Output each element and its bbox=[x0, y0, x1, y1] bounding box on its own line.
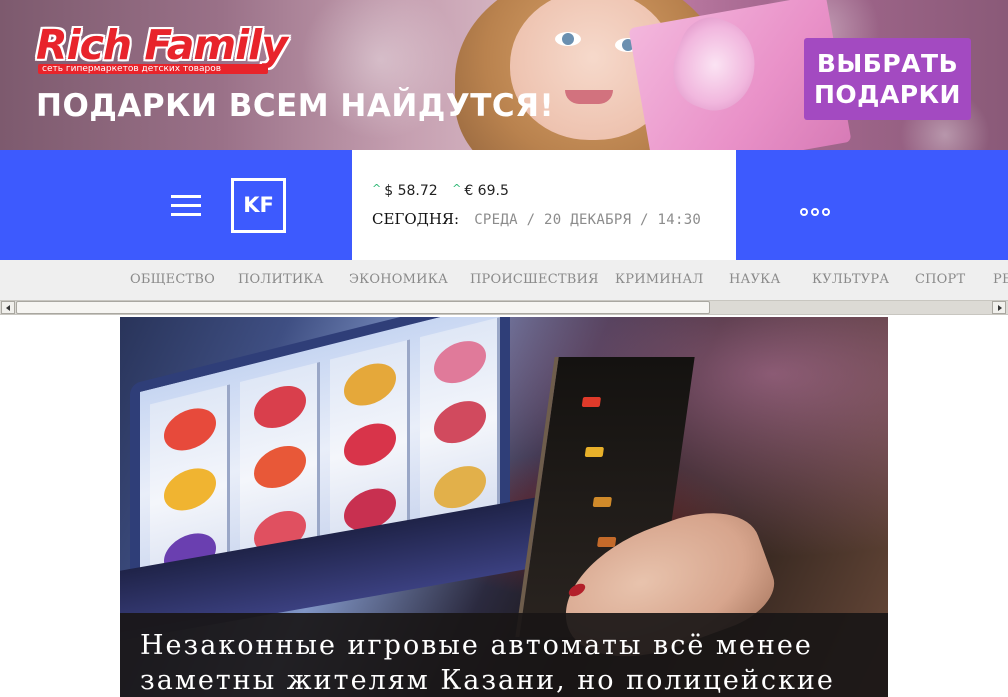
banner-girl-smile bbox=[565, 90, 613, 104]
trend-up-icon: ^ bbox=[452, 182, 462, 195]
banner-girl-eye bbox=[555, 32, 581, 46]
nav-item-truncated[interactable]: РЕ bbox=[993, 272, 1008, 287]
cta-line-1: ВЫБРАТЬ bbox=[816, 49, 959, 78]
slot-symbol bbox=[434, 460, 486, 514]
nav-item-society[interactable]: ОБЩЕСТВО bbox=[130, 272, 215, 287]
ad-banner[interactable]: Rich Family сеть гипермаркетов детских т… bbox=[0, 0, 1008, 150]
slot-light bbox=[584, 447, 605, 457]
slot-symbol bbox=[254, 440, 306, 494]
current-date: СЕГОДНЯ: СРЕДА / 20 ДЕКАБРЯ / 14:30 bbox=[372, 209, 701, 228]
nav-item-crime[interactable]: КРИМИНАЛ bbox=[615, 272, 703, 287]
cta-line-2: ПОДАРКИ bbox=[814, 80, 961, 109]
eur-rate: ^ € 69.5 bbox=[452, 182, 509, 199]
header-left-panel: KF bbox=[0, 150, 352, 260]
trend-up-icon: ^ bbox=[372, 182, 382, 195]
slot-reel bbox=[420, 317, 500, 538]
nav-item-science[interactable]: НАУКА bbox=[729, 272, 780, 287]
header-info-panel: ^ $ 58.72 ^ € 69.5 СЕГОДНЯ: СРЕДА / 20 ДЕК… bbox=[352, 150, 736, 260]
more-dots-icon[interactable] bbox=[800, 201, 833, 216]
slot-light bbox=[592, 497, 612, 507]
banner-headline: ПОДАРКИ ВСЕМ НАЙДУТСЯ! bbox=[36, 88, 555, 124]
scrollbar-thumb[interactable] bbox=[16, 301, 710, 314]
choose-gifts-button[interactable]: ВЫБРАТЬ ПОДАРКИ bbox=[804, 38, 971, 120]
site-header: KF ^ $ 58.72 ^ € 69.5 СЕГОДНЯ: СРЕДА / 20 … bbox=[0, 150, 1008, 260]
horizontal-scrollbar[interactable] bbox=[0, 300, 1008, 315]
site-logo[interactable]: KF bbox=[231, 178, 286, 233]
usd-value: $ 58.72 bbox=[384, 183, 438, 199]
category-nav: ОБЩЕСТВО ПОЛИТИКА ЭКОНОМИКА ПРОИСШЕСТВИЯ… bbox=[0, 260, 1008, 300]
scroll-left-arrow-icon[interactable] bbox=[1, 301, 15, 314]
slot-symbol bbox=[434, 395, 486, 449]
article-title[interactable]: Незаконные игровые автоматы всё менее за… bbox=[140, 628, 870, 697]
slot-symbol bbox=[344, 418, 396, 472]
nav-item-culture[interactable]: КУЛЬТУРА bbox=[812, 272, 889, 287]
slot-symbol bbox=[164, 402, 216, 456]
nav-item-sport[interactable]: СПОРТ bbox=[915, 272, 965, 287]
eur-value: € 69.5 bbox=[464, 183, 509, 199]
brand-tagline: сеть гипермаркетов детских товаров bbox=[38, 64, 268, 74]
featured-article-card[interactable]: Незаконные игровые автоматы всё менее за… bbox=[120, 317, 888, 697]
slot-light bbox=[581, 397, 602, 407]
rich-family-logo[interactable]: Rich Family сеть гипермаркетов детских т… bbox=[36, 21, 288, 74]
usd-rate: ^ $ 58.72 bbox=[372, 182, 438, 199]
today-value: СРЕДА / 20 ДЕКАБРЯ / 14:30 bbox=[474, 212, 702, 228]
header-right-panel bbox=[736, 150, 1008, 260]
today-label: СЕГОДНЯ: bbox=[372, 210, 460, 228]
nav-item-incidents[interactable]: ПРОИСШЕСТВИЯ bbox=[470, 272, 599, 287]
slot-symbol bbox=[344, 358, 396, 412]
slot-light bbox=[596, 537, 617, 547]
slot-symbol bbox=[434, 335, 486, 389]
nav-item-economy[interactable]: ЭКОНОМИКА bbox=[349, 272, 448, 287]
hamburger-menu-icon[interactable] bbox=[171, 195, 201, 217]
slot-symbol bbox=[254, 380, 306, 434]
brand-name: Rich Family bbox=[36, 21, 288, 69]
scroll-right-arrow-icon[interactable] bbox=[992, 301, 1006, 314]
nav-item-politics[interactable]: ПОЛИТИКА bbox=[238, 272, 324, 287]
currency-rates: ^ $ 58.72 ^ € 69.5 bbox=[372, 182, 519, 199]
slot-symbol bbox=[164, 462, 216, 516]
article-caption: Незаконные игровые автоматы всё менее за… bbox=[120, 613, 888, 697]
